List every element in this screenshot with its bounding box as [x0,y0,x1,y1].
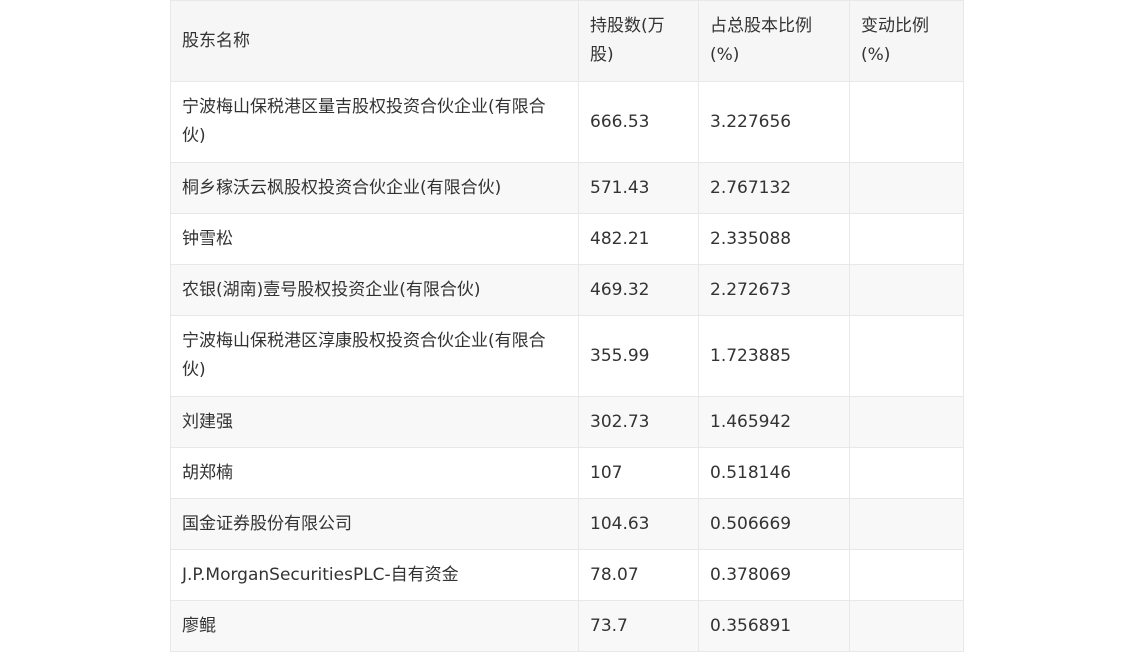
header-change: 变动比例(%) [849,0,964,82]
cell-shareholder-name: 宁波梅山保税港区淳康股权投资合伙企业(有限合伙) [170,315,579,397]
cell-shares: 107 [578,447,699,499]
cell-ratio: 1.465942 [698,396,850,448]
cell-shares: 355.99 [578,315,699,397]
table-header-row: 股东名称 持股数(万股) 占总股本比例(%) 变动比例(%) [170,0,964,82]
table-row: 国金证券股份有限公司 104.63 0.506669 [170,498,964,550]
cell-change [849,600,964,652]
cell-shareholder-name: J.P.MorganSecuritiesPLC-自有资金 [170,549,579,601]
cell-shares: 73.7 [578,600,699,652]
cell-change [849,447,964,499]
cell-ratio: 3.227656 [698,81,850,163]
cell-shareholder-name: 廖鲲 [170,600,579,652]
cell-ratio: 0.356891 [698,600,850,652]
cell-ratio: 2.335088 [698,213,850,265]
cell-shareholder-name: 胡郑楠 [170,447,579,499]
cell-shareholder-name: 国金证券股份有限公司 [170,498,579,550]
cell-shareholder-name: 刘建强 [170,396,579,448]
cell-change [849,162,964,214]
cell-change [849,264,964,316]
cell-ratio: 2.767132 [698,162,850,214]
cell-ratio: 0.506669 [698,498,850,550]
cell-change [849,498,964,550]
table-row: 廖鲲 73.7 0.356891 [170,600,964,652]
table-row: 农银(湖南)壹号股权投资企业(有限合伙) 469.32 2.272673 [170,264,964,316]
cell-change [849,315,964,397]
cell-shareholder-name: 宁波梅山保税港区量吉股权投资合伙企业(有限合伙) [170,81,579,163]
shareholder-table: 股东名称 持股数(万股) 占总股本比例(%) 变动比例(%) 宁波梅山保税港区量… [170,0,964,652]
cell-shares: 482.21 [578,213,699,265]
cell-shares: 469.32 [578,264,699,316]
shareholder-table-container: 股东名称 持股数(万股) 占总股本比例(%) 变动比例(%) 宁波梅山保税港区量… [170,0,964,652]
table-row: J.P.MorganSecuritiesPLC-自有资金 78.07 0.378… [170,549,964,601]
cell-ratio: 0.378069 [698,549,850,601]
cell-shares: 78.07 [578,549,699,601]
cell-ratio: 2.272673 [698,264,850,316]
table-row: 刘建强 302.73 1.465942 [170,396,964,448]
cell-shareholder-name: 钟雪松 [170,213,579,265]
cell-shareholder-name: 农银(湖南)壹号股权投资企业(有限合伙) [170,264,579,316]
cell-change [849,213,964,265]
table-row: 胡郑楠 107 0.518146 [170,447,964,499]
cell-ratio: 1.723885 [698,315,850,397]
cell-shares: 104.63 [578,498,699,550]
cell-change [849,396,964,448]
table-row: 宁波梅山保税港区量吉股权投资合伙企业(有限合伙) 666.53 3.227656 [170,81,964,163]
cell-change [849,81,964,163]
cell-shares: 302.73 [578,396,699,448]
table-row: 桐乡稼沃云枫股权投资合伙企业(有限合伙) 571.43 2.767132 [170,162,964,214]
table-row: 钟雪松 482.21 2.335088 [170,213,964,265]
cell-shares: 571.43 [578,162,699,214]
table-row: 宁波梅山保税港区淳康股权投资合伙企业(有限合伙) 355.99 1.723885 [170,315,964,397]
cell-shareholder-name: 桐乡稼沃云枫股权投资合伙企业(有限合伙) [170,162,579,214]
cell-shares: 666.53 [578,81,699,163]
header-shares: 持股数(万股) [578,0,699,82]
header-shareholder-name: 股东名称 [170,0,579,82]
cell-ratio: 0.518146 [698,447,850,499]
cell-change [849,549,964,601]
header-ratio: 占总股本比例(%) [698,0,850,82]
